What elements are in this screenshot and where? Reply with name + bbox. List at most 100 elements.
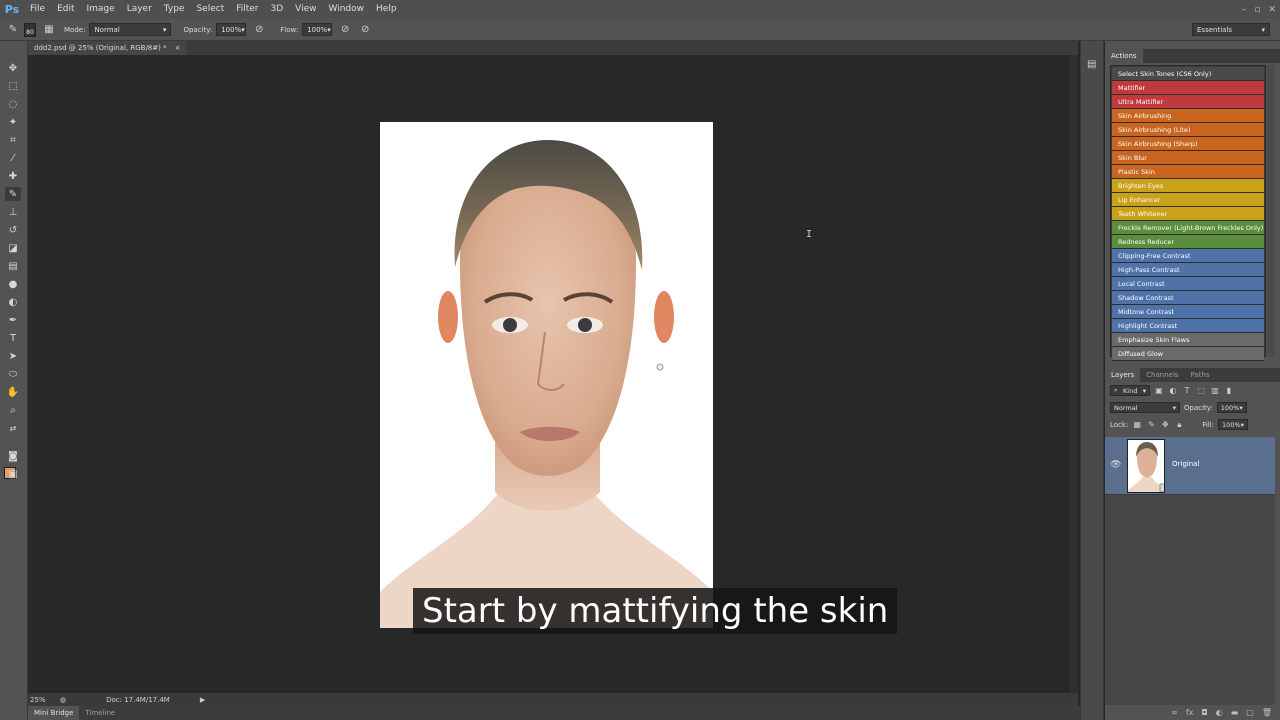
menu-filter[interactable]: Filter — [230, 0, 264, 19]
menu-type[interactable]: Type — [158, 0, 191, 19]
close-tab-icon[interactable]: × — [175, 44, 181, 52]
action-item[interactable]: Diffused Glow — [1112, 347, 1264, 361]
action-item[interactable]: Emphasize Skin Flaws — [1112, 333, 1264, 347]
action-item[interactable]: Mattifier — [1112, 81, 1264, 95]
action-item[interactable]: Highlight Contrast — [1112, 319, 1264, 333]
healing-brush-tool-icon[interactable]: ✚ — [5, 169, 21, 183]
shape-filter-icon[interactable]: ⬚ — [1196, 386, 1206, 396]
adjustment-filter-icon[interactable]: ◐ — [1168, 386, 1178, 396]
flow-input[interactable]: 100% ▾ — [302, 23, 333, 36]
hand-tool-icon[interactable]: ✋ — [5, 385, 21, 399]
type-tool-icon[interactable]: T — [5, 331, 21, 345]
eyedropper-tool-icon[interactable]: ⁄ — [5, 151, 21, 165]
pen-tool-icon[interactable]: ✒ — [5, 313, 21, 327]
filter-toggle-icon[interactable]: ▮ — [1224, 386, 1234, 396]
type-filter-icon[interactable]: T — [1182, 386, 1192, 396]
action-item[interactable]: Lip Enhancer — [1112, 193, 1264, 207]
swap-colors-icon[interactable]: ⇄ — [5, 421, 21, 435]
blend-mode-select[interactable]: Normal ▾ — [1110, 402, 1180, 413]
action-item[interactable]: Skin Airbrushing (Lite) — [1112, 123, 1264, 137]
action-item[interactable]: Skin Airbrushing (Sharp) — [1112, 137, 1264, 151]
opacity-input[interactable]: 100% ▾ — [216, 23, 247, 36]
lasso-tool-icon[interactable]: ◌ — [5, 97, 21, 111]
crop-tool-icon[interactable]: ⌗ — [5, 133, 21, 147]
delete-layer-icon[interactable]: 🗑︎ — [1262, 708, 1272, 717]
action-item[interactable]: Shadow Contrast — [1112, 291, 1264, 305]
quick-select-tool-icon[interactable]: ✦ — [5, 115, 21, 129]
zoom-level[interactable]: 25% — [28, 696, 60, 704]
menu-help[interactable]: Help — [370, 0, 403, 19]
menu-edit[interactable]: Edit — [51, 0, 80, 19]
link-layers-icon[interactable]: ∞ — [1171, 708, 1178, 717]
gradient-tool-icon[interactable]: ▤ — [5, 259, 21, 273]
history-brush-tool-icon[interactable]: ↺ — [5, 223, 21, 237]
history-panel-icon[interactable]: ▤ — [1087, 59, 1099, 71]
tab-layers[interactable]: Layers — [1105, 368, 1141, 382]
lock-all-icon[interactable]: 🔒︎ — [1174, 420, 1184, 430]
zoom-tool-icon[interactable]: ⌕ — [5, 403, 21, 417]
menu-file[interactable]: File — [24, 0, 51, 19]
menu-image[interactable]: Image — [81, 0, 121, 19]
fill-input[interactable]: 100% ▾ — [1218, 419, 1249, 430]
quick-mask-icon[interactable]: ◙ — [5, 449, 21, 463]
layer-style-icon[interactable]: fx — [1186, 708, 1194, 717]
actions-scrollbar[interactable] — [1267, 65, 1275, 357]
action-item[interactable]: Skin Blur — [1112, 151, 1264, 165]
menu-view[interactable]: View — [289, 0, 322, 19]
mode-select[interactable]: Normal ▾ — [89, 23, 172, 36]
action-item[interactable]: Teeth Whitener — [1112, 207, 1264, 221]
pixel-filter-icon[interactable]: ▣ — [1154, 386, 1164, 396]
new-group-icon[interactable]: ▬ — [1231, 708, 1239, 717]
airbrush-icon[interactable]: ⊘ — [338, 23, 352, 37]
tab-paths[interactable]: Paths — [1185, 368, 1216, 382]
action-item[interactable]: Local Contrast — [1112, 277, 1264, 291]
layer-opacity-input[interactable]: 100% ▾ — [1216, 402, 1247, 413]
pressure-size-icon[interactable]: ⊘ — [358, 23, 372, 37]
tab-actions[interactable]: Actions — [1105, 49, 1143, 63]
screen-mode-icon[interactable]: ▣ — [5, 467, 21, 481]
brush-panel-toggle-icon[interactable]: ▦ — [42, 23, 56, 37]
layer-row[interactable]: 👁︎ Original — [1105, 437, 1275, 495]
action-item[interactable]: High-Pass Contrast — [1112, 263, 1264, 277]
action-item[interactable]: Skin Airbrushing — [1112, 109, 1264, 123]
action-item[interactable]: Ultra Mattifier — [1112, 95, 1264, 109]
action-item[interactable]: Freckle Remover (Light-Brown Freckles On… — [1112, 221, 1264, 235]
action-item[interactable]: Midtone Contrast — [1112, 305, 1264, 319]
new-layer-icon[interactable]: ▢ — [1246, 708, 1254, 717]
pressure-opacity-icon[interactable]: ⊘ — [252, 23, 266, 37]
menu-layer[interactable]: Layer — [121, 0, 158, 19]
blur-tool-icon[interactable]: ● — [5, 277, 21, 291]
tab-mini-bridge[interactable]: Mini Bridge — [28, 706, 80, 720]
brush-tool-icon[interactable]: ✎ — [5, 187, 21, 201]
canvas-area[interactable]: Start by mattifying the skin I — [28, 55, 1078, 693]
move-tool-icon[interactable]: ✥ — [5, 61, 21, 75]
action-item[interactable]: Brighten Eyes — [1112, 179, 1264, 193]
adjustment-layer-icon[interactable]: ◐ — [1216, 708, 1223, 717]
action-item[interactable]: Clipping-Free Contrast — [1112, 249, 1264, 263]
menu-3d[interactable]: 3D — [265, 0, 290, 19]
tab-timeline[interactable]: Timeline — [79, 706, 121, 720]
restore-icon[interactable]: ▫ — [1254, 5, 1260, 15]
brush-tool-icon[interactable]: ✎ — [6, 23, 20, 37]
lock-position-icon[interactable]: ✥ — [1160, 420, 1170, 430]
dodge-tool-icon[interactable]: ◐ — [5, 295, 21, 309]
status-menu-arrow-icon[interactable]: ▶ — [200, 696, 205, 704]
action-item[interactable]: Plastic Skin — [1112, 165, 1264, 179]
action-item[interactable]: Select Skin Tones (CS6 Only) — [1112, 67, 1264, 81]
lock-pixels-icon[interactable]: ✎ — [1146, 420, 1156, 430]
document-tab[interactable]: ddd2.psd @ 25% (Original, RGB/8#) * × — [28, 41, 187, 55]
eraser-tool-icon[interactable]: ◪ — [5, 241, 21, 255]
kind-filter-select[interactable]: ⌕ Kind ▾ — [1110, 385, 1150, 396]
canvas-scrollbar[interactable] — [1070, 55, 1078, 693]
path-select-tool-icon[interactable]: ➤ — [5, 349, 21, 363]
minimize-icon[interactable]: – — [1242, 5, 1247, 15]
workspace-select[interactable]: Essentials ▾ — [1192, 23, 1270, 36]
add-mask-icon[interactable]: ◘ — [1201, 708, 1207, 717]
shape-tool-icon[interactable]: ⬭ — [5, 367, 21, 381]
smart-object-filter-icon[interactable]: ▥ — [1210, 386, 1220, 396]
visibility-eye-icon[interactable]: 👁︎ — [1110, 460, 1121, 470]
menu-window[interactable]: Window — [323, 0, 371, 19]
clone-stamp-tool-icon[interactable]: ⊥ — [5, 205, 21, 219]
brush-preset-picker[interactable]: 80 — [24, 22, 36, 37]
menu-select[interactable]: Select — [190, 0, 230, 19]
